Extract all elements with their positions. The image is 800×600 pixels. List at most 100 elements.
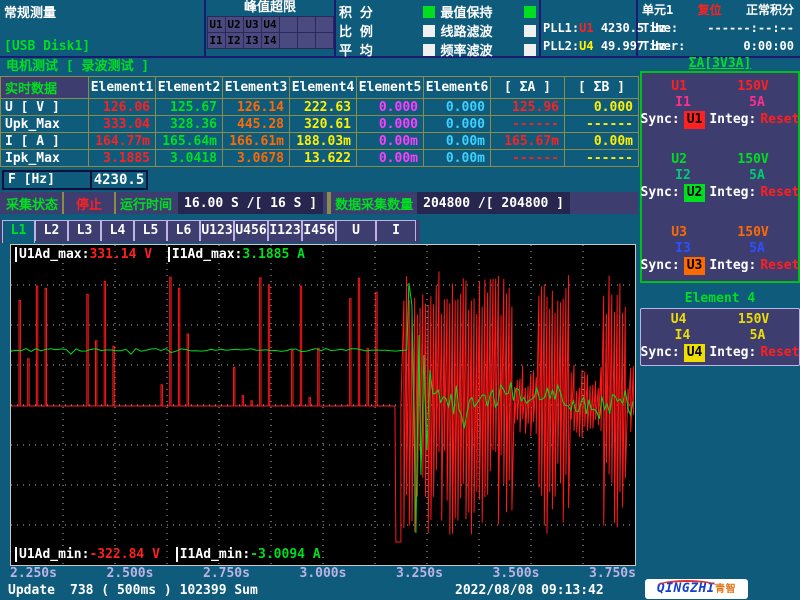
peak-cell-empty xyxy=(297,33,315,49)
table-cell: 0.000 xyxy=(357,116,424,133)
table-cell: 165.67m xyxy=(491,133,565,150)
toggle-integral-label: 积 分 xyxy=(339,2,373,21)
table-cell: 0.00m xyxy=(565,133,639,150)
table-cell: 188.03m xyxy=(290,133,357,150)
table-cell: ------ xyxy=(565,116,639,133)
toggle-maxhold-checkbox[interactable] xyxy=(524,6,536,18)
tab-l2[interactable]: L2 xyxy=(35,220,68,241)
tab-i[interactable]: I xyxy=(376,220,416,241)
sample-count-label: 数据采集数量 xyxy=(335,194,413,213)
sample-count-value: 204800 /[ 204800 ] xyxy=(417,192,570,214)
col-header: Element2 xyxy=(156,77,223,99)
tab-u123[interactable]: U123 xyxy=(200,220,234,241)
toggle-scale-checkbox[interactable] xyxy=(423,25,435,37)
table-cell: 445.28 xyxy=(223,116,290,133)
frequency-label: F [Hz] xyxy=(4,172,92,188)
waveform-min-readout: U1Ad_min:-322.84 V I1Ad_min:-3.0094 A xyxy=(15,547,321,562)
toggle-linefilter-checkbox[interactable] xyxy=(524,25,536,37)
u4-range: 150V xyxy=(738,312,769,327)
table-cell: ------ xyxy=(491,116,565,133)
sync-source-button[interactable]: U1 xyxy=(684,111,706,129)
peak-cell: I1 xyxy=(207,33,225,49)
tab-l6[interactable]: L6 xyxy=(167,220,200,241)
table-header-row: 实时数据 Element1 Element2 Element3 Element4… xyxy=(1,77,639,99)
datetime: 2022/08/08 09:13:42 xyxy=(455,582,604,600)
table-cell: 222.63 xyxy=(290,99,357,116)
toggle-average-label: 平 均 xyxy=(339,40,373,59)
peak-cell-empty xyxy=(279,33,297,49)
toggle-integral-checkbox[interactable] xyxy=(423,6,435,18)
brand-logo: QINGZHI青智 xyxy=(645,579,748,599)
peak-cell-empty xyxy=(297,17,315,33)
table-cell: 126.06 xyxy=(89,99,156,116)
integ-label: Integ: xyxy=(709,184,756,202)
table-cell: 0.00m xyxy=(424,133,491,150)
i3-range: 5A xyxy=(749,241,765,257)
toggle-panel: 积 分 比 例 平 均 最值保持 线路滤波 频率滤波 xyxy=(336,0,541,56)
pll2-label: PLL2: xyxy=(543,39,579,53)
acquisition-status-bar: 采集状态 停止 运行时间 16.00 S /[ 16 S ] 数据采集数量 20… xyxy=(0,192,638,214)
col-header: Element1 xyxy=(89,77,156,99)
time-value: ------:--:-- xyxy=(707,19,794,37)
toggle-freqfilter-checkbox[interactable] xyxy=(524,44,536,56)
i2-name: I2 xyxy=(675,168,691,184)
i4-name: I4 xyxy=(675,328,691,343)
table-cell: 166.61m xyxy=(223,133,290,150)
sync-source-button[interactable]: U4 xyxy=(684,344,706,362)
element1-config: U1150V I15A Sync:U1Integ:Reset xyxy=(646,79,794,129)
table-cell: 3.1885 xyxy=(89,150,156,167)
table-cell: 320.61 xyxy=(290,116,357,133)
tab-i123[interactable]: I123 xyxy=(268,220,302,241)
top-bar: 常规测量 [USB Disk1] 峰值超限 U1 U2 U3 U4 I1 I2 … xyxy=(0,0,800,58)
col-header: Element5 xyxy=(357,77,424,99)
integ-state: Reset xyxy=(760,344,799,362)
sync-source-button[interactable]: U3 xyxy=(684,257,706,275)
u2-range: 150V xyxy=(737,152,768,168)
pll1-source: U1 xyxy=(579,21,593,35)
integ-label: Integ: xyxy=(709,111,756,129)
tab-l3[interactable]: L3 xyxy=(68,220,101,241)
row-label: Upk_Max xyxy=(1,116,89,133)
waveform-max-readout: U1Ad_max:331.14 V I1Ad_max:3.1885 A xyxy=(15,247,305,262)
logo-cn-text: 青智 xyxy=(715,584,736,595)
table-cell: 328.36 xyxy=(156,116,223,133)
frequency-value: 4230.5 xyxy=(92,172,146,188)
tab-l1[interactable]: L1 xyxy=(2,220,35,243)
col-header: [ ΣB ] xyxy=(565,77,639,99)
acq-status-value: 停止 xyxy=(68,194,110,213)
table-row: I [ A ] 164.77m 165.64m 166.61m 188.03m … xyxy=(1,133,639,150)
row-label: Ipk_Max xyxy=(1,150,89,167)
runtime-value: 16.00 S /[ 16 S ] xyxy=(178,192,323,214)
bottom-status-bar: Update 738 ( 500ms ) 102399 Sum 2022/08/… xyxy=(0,582,800,600)
i3-name: I3 xyxy=(675,241,691,257)
sync-source-button[interactable]: U2 xyxy=(684,184,706,202)
peak-over-limit-title: 峰值超限 xyxy=(206,0,334,16)
test-mode-subtitle: 电机测试 [ 录波测试 ] xyxy=(6,58,149,76)
u-max-value: 331.14 V xyxy=(89,247,152,262)
tab-l5[interactable]: L5 xyxy=(134,220,167,241)
time-tick: 2.750s xyxy=(203,567,250,581)
row-label: U [ V ] xyxy=(1,99,89,116)
i-max-label: I1Ad_max: xyxy=(168,247,242,262)
tab-u456[interactable]: U456 xyxy=(234,220,268,241)
element4-title: Element 4 xyxy=(640,292,800,306)
table-cell: 125.96 xyxy=(491,99,565,116)
integ-label: Integ: xyxy=(709,344,756,362)
element3-config: U3150V I35A Sync:U3Integ:Reset xyxy=(646,225,794,275)
table-cell: 165.64m xyxy=(156,133,223,150)
tab-u[interactable]: U xyxy=(336,220,376,241)
table-cell: ------ xyxy=(491,150,565,167)
table-cell: 0.000 xyxy=(424,116,491,133)
col-header: Element6 xyxy=(424,77,491,99)
table-cell: 0.000 xyxy=(565,99,639,116)
tab-i456[interactable]: I456 xyxy=(302,220,336,241)
u4-name: U4 xyxy=(671,312,687,327)
unit-reset-label: 复位 xyxy=(698,1,722,19)
peak-cell: I2 xyxy=(225,33,243,49)
measurement-table: 实时数据 Element1 Element2 Element3 Element4… xyxy=(0,76,639,167)
table-cell: 164.77m xyxy=(89,133,156,150)
u2-name: U2 xyxy=(671,152,687,168)
i2-range: 5A xyxy=(749,168,765,184)
toggle-average-checkbox[interactable] xyxy=(423,44,435,56)
tab-l4[interactable]: L4 xyxy=(101,220,134,241)
